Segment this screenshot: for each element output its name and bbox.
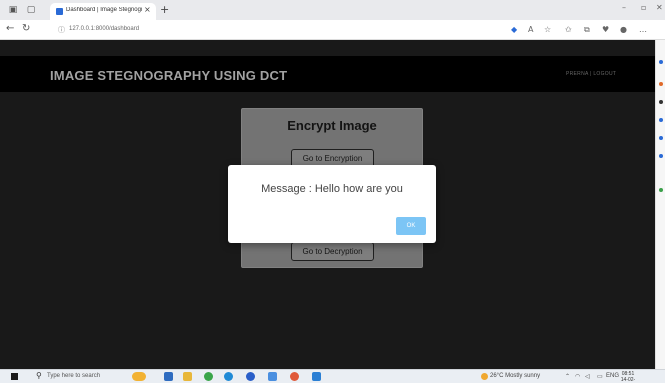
- back-arrow-icon[interactable]: ←: [6, 23, 14, 34]
- collections-icon[interactable]: ⧉: [584, 25, 590, 35]
- url-field[interactable]: 127.0.0.1:8000/dashboard: [69, 26, 139, 32]
- store-icon[interactable]: [246, 372, 255, 381]
- taskbar-search-input[interactable]: Type here to search: [47, 373, 100, 379]
- more-menu-icon[interactable]: …: [639, 25, 647, 34]
- tab-favicon-icon: [56, 8, 63, 15]
- tab-actions-icon[interactable]: ▢: [26, 5, 36, 15]
- ok-button[interactable]: OK: [396, 217, 426, 235]
- info-icon[interactable]: ⓘ: [58, 25, 65, 35]
- network-icon[interactable]: ◠: [575, 373, 580, 380]
- app-icon[interactable]: [290, 372, 299, 381]
- sidebar-search-icon[interactable]: [659, 60, 663, 64]
- weather-icon: [481, 373, 488, 380]
- file-explorer-icon[interactable]: [183, 372, 192, 381]
- read-aloud-icon[interactable]: A: [528, 25, 533, 34]
- windows-taskbar: ⚲ Type here to search 26°C Mostly sunny …: [0, 369, 665, 383]
- sidebar-drop-icon[interactable]: [659, 188, 663, 192]
- task-view-icon[interactable]: [164, 372, 173, 381]
- sidebar-office-icon[interactable]: [659, 136, 663, 140]
- favorites-icon[interactable]: ✩: [565, 25, 572, 34]
- close-window-button[interactable]: ✕: [656, 3, 663, 12]
- windows-start-icon[interactable]: [11, 373, 18, 380]
- profile-icon[interactable]: ●: [620, 25, 627, 34]
- tab-close-icon[interactable]: ×: [144, 5, 151, 14]
- weather-status[interactable]: 26°C Mostly sunny: [490, 373, 540, 379]
- search-icon[interactable]: ⚲: [36, 371, 42, 380]
- sidebar-outlook-icon[interactable]: [659, 154, 663, 158]
- browser-sidebar: [655, 40, 665, 369]
- sidebar-games-icon[interactable]: [659, 118, 663, 122]
- system-clock[interactable]: 08:51 14-02-2023: [617, 371, 639, 383]
- edge-icon[interactable]: [224, 372, 233, 381]
- battery-icon[interactable]: ▭: [597, 373, 603, 380]
- taskbar-widget-icon[interactable]: [132, 372, 146, 381]
- browser-tab-bar: ▣ ▢ Dashboard | Image Stegnograph × + – …: [0, 0, 665, 20]
- volume-icon[interactable]: ◁: [585, 373, 590, 380]
- chrome-icon[interactable]: [204, 372, 213, 381]
- browser-tab-dashboard[interactable]: Dashboard | Image Stegnograph ×: [50, 3, 156, 20]
- extension-icon[interactable]: ◆: [511, 25, 517, 34]
- new-tab-button[interactable]: +: [160, 3, 169, 16]
- vscode-icon[interactable]: [312, 372, 321, 381]
- page-viewport: IMAGE STEGNOGRAPHY USING DCT PRERNA | LO…: [0, 40, 655, 369]
- dialog-message: Message : Hello how are you: [261, 183, 403, 195]
- clock-date: 14-02-2023: [620, 377, 636, 383]
- refresh-icon[interactable]: ↻: [22, 23, 30, 34]
- minimize-button[interactable]: –: [622, 3, 626, 12]
- message-dialog: Message : Hello how are you OK: [228, 165, 436, 243]
- sidebar-tools-icon[interactable]: [659, 100, 663, 104]
- tab-title: Dashboard | Image Stegnograph: [66, 7, 142, 13]
- browser-essentials-icon[interactable]: ♥: [602, 25, 609, 34]
- favorites-star-icon[interactable]: ☆: [544, 25, 551, 34]
- browser-address-bar: ← ↻ ⓘ 127.0.0.1:8000/dashboard ◆ A ☆ ✩ ⧉…: [0, 20, 665, 40]
- maximize-button[interactable]: ▫: [641, 3, 646, 12]
- tray-chevron-icon[interactable]: ⌃: [565, 373, 570, 380]
- sidebar-shopping-icon[interactable]: [659, 82, 663, 86]
- workspaces-icon[interactable]: ▣: [8, 5, 18, 15]
- mail-icon[interactable]: [268, 372, 277, 381]
